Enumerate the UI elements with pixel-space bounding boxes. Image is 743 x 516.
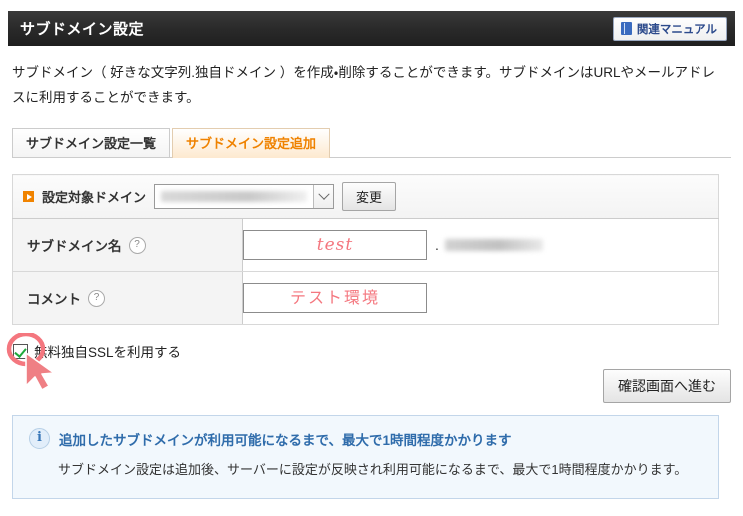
info-notice-body: サブドメイン設定は追加後、サーバーに設定が反映され利用可能になるまで、最大で1時…: [58, 462, 688, 477]
tab-subdomain-add[interactable]: サブドメイン設定追加: [172, 128, 331, 158]
info-notice: i 追加したサブドメインが利用可能になるまで、最大で1時間程度かかります サブド…: [12, 415, 719, 499]
target-domain-select-value: [161, 191, 308, 202]
target-domain-cell: 設定対象ドメイン 変更: [12, 174, 719, 219]
tab-subdomain-list[interactable]: サブドメイン設定一覧: [12, 128, 171, 157]
domain-separator: .: [435, 237, 439, 253]
subdomain-form-table: 設定対象ドメイン 変更 サブドメイン名 ? test . コメント ? テスト環…: [12, 174, 719, 325]
book-icon: [620, 22, 632, 35]
chevron-down-icon: [313, 185, 334, 208]
info-notice-title: 追加したサブドメインが利用可能になるまで、最大で1時間程度かかります: [59, 432, 512, 448]
subdomain-name-row: サブドメイン名 ? test .: [12, 218, 719, 272]
subdomain-name-input[interactable]: test: [243, 230, 427, 260]
related-manual-label: 関連マニュアル: [636, 23, 717, 36]
page-title: サブドメイン設定: [20, 21, 145, 38]
subdomain-name-label: サブドメイン名: [27, 239, 122, 254]
page-header: サブドメイン設定 関連マニュアル: [8, 11, 735, 46]
comment-value-cell: テスト環境: [242, 271, 719, 325]
subdomain-name-label-cell: サブドメイン名 ?: [12, 218, 243, 272]
target-domain-label: 設定対象ドメイン: [42, 190, 147, 205]
change-domain-button[interactable]: 変更: [342, 182, 397, 211]
target-domain-row: 設定対象ドメイン 変更: [12, 174, 719, 219]
comment-row: コメント ? テスト環境: [12, 271, 719, 325]
orange-arrow-icon: [23, 191, 34, 202]
ssl-checkbox[interactable]: [13, 343, 28, 359]
comment-label-cell: コメント ?: [12, 271, 243, 325]
ssl-checkbox-row[interactable]: 無料独自SSLを利用する: [13, 341, 181, 361]
target-domain-select[interactable]: [154, 184, 335, 209]
proceed-to-confirm-button[interactable]: 確認画面へ進む: [603, 369, 731, 403]
related-manual-button[interactable]: 関連マニュアル: [612, 16, 727, 41]
page-description: サブドメイン（ 好きな文字列.独自ドメイン ）を作成・削除することができます。サ…: [12, 65, 715, 105]
question-mark-icon[interactable]: ?: [88, 289, 105, 307]
comment-label: コメント: [27, 292, 81, 307]
parent-domain-text: [444, 239, 543, 251]
info-icon: i: [29, 428, 50, 449]
subdomain-name-value-cell: test .: [242, 218, 719, 272]
ssl-checkbox-label: 無料独自SSLを利用する: [34, 345, 182, 360]
question-mark-icon[interactable]: ?: [128, 236, 146, 254]
submit-row: 確認画面へ進む: [0, 369, 731, 403]
tab-strip: サブドメイン設定一覧 サブドメイン設定追加: [12, 128, 731, 158]
comment-input[interactable]: テスト環境: [243, 283, 427, 313]
